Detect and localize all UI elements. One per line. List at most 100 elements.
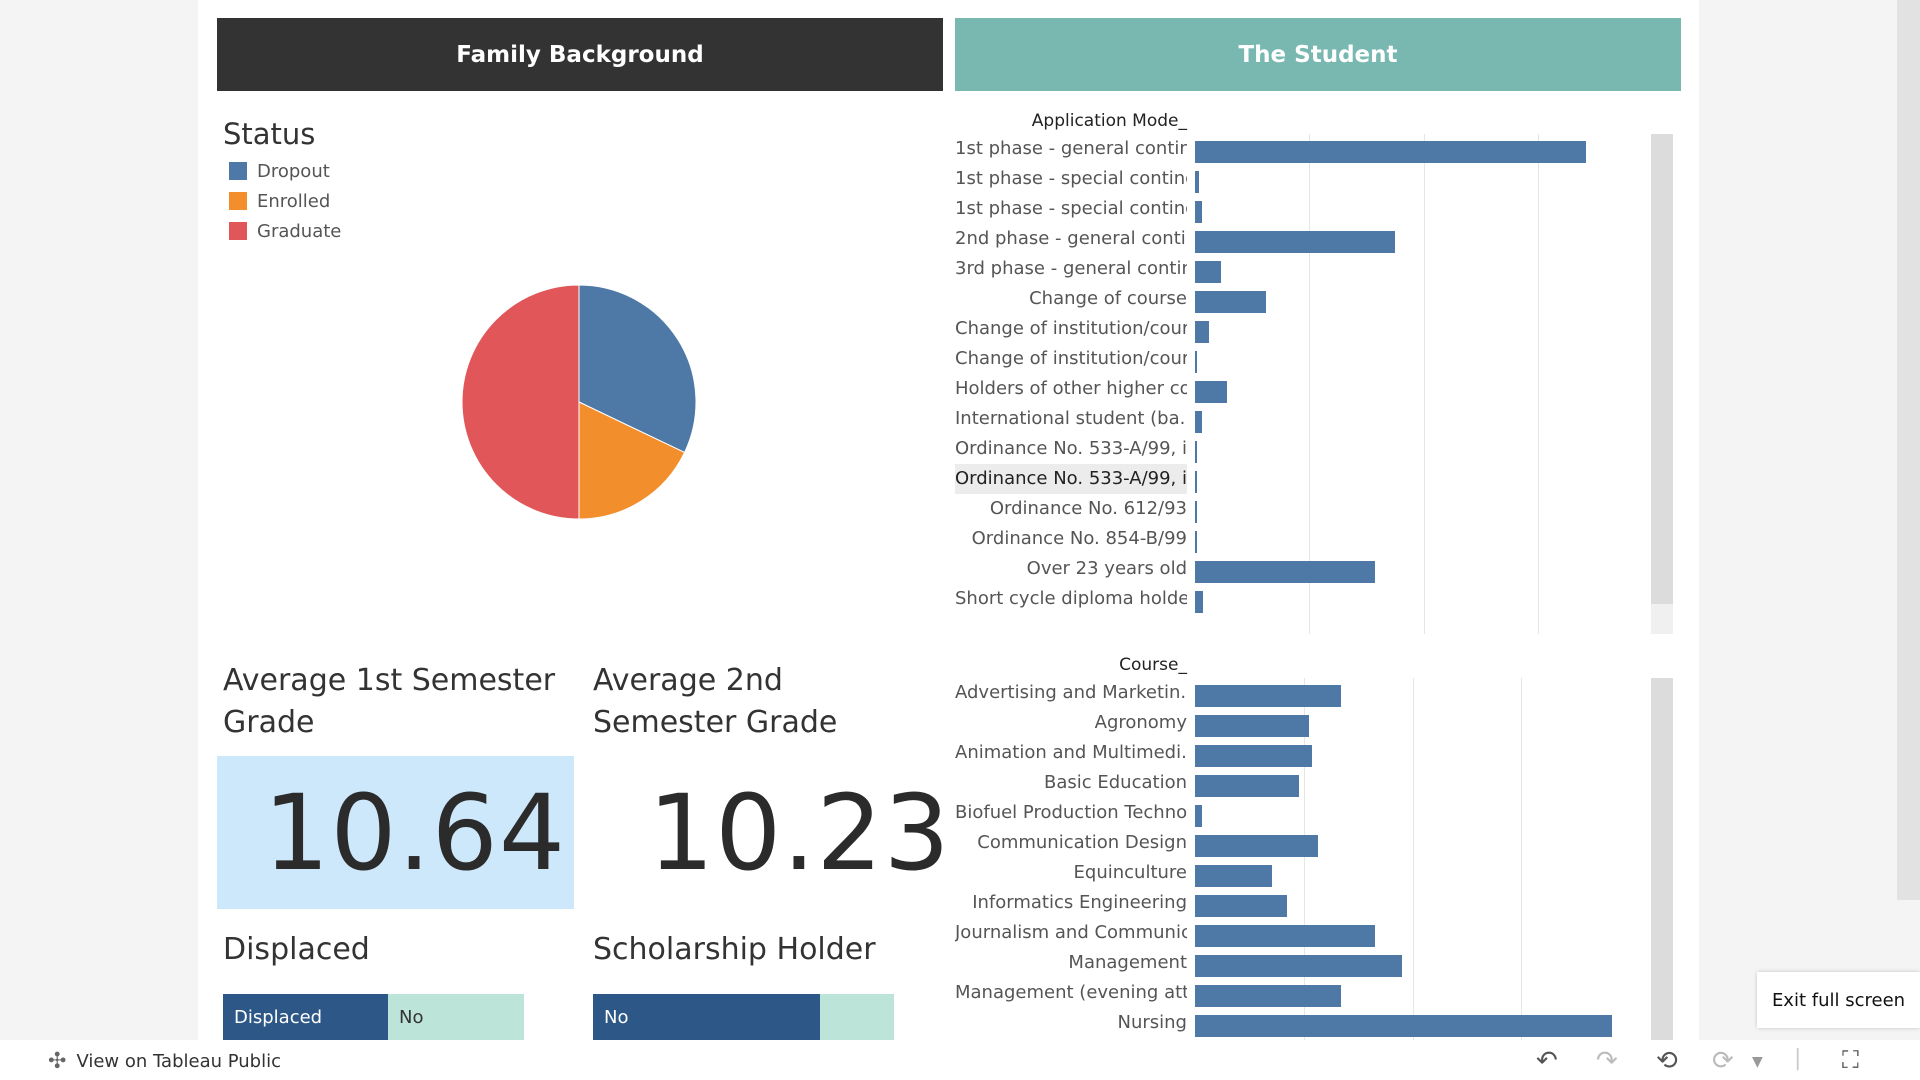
bar-row[interactable]: Advertising and Marketin..	[955, 678, 1655, 708]
bar-row[interactable]: 1st phase - special conting..	[955, 164, 1655, 194]
bar-row[interactable]: 1st phase - general contin..	[955, 134, 1655, 164]
bar[interactable]	[1195, 685, 1341, 707]
bar-label: 1st phase - general contin..	[955, 138, 1187, 159]
scrollbar-thumb[interactable]	[1651, 678, 1673, 1040]
displaced-segment-yes[interactable]: Displaced	[223, 994, 388, 1040]
bar[interactable]	[1195, 1015, 1612, 1037]
revert-icon[interactable]: ⟲	[1656, 1046, 1678, 1076]
bar[interactable]	[1195, 985, 1341, 1007]
bar-row[interactable]: Ordinance No. 533-A/99, i..	[955, 434, 1655, 464]
bar[interactable]	[1195, 805, 1202, 827]
bar[interactable]	[1195, 411, 1202, 433]
fullscreen-icon[interactable]: ⛶	[1842, 1046, 1859, 1074]
bar[interactable]	[1195, 381, 1227, 403]
bar-row[interactable]: Ordinance No. 854-B/99	[955, 524, 1655, 554]
toolbar-divider: |	[1794, 1046, 1802, 1071]
scholarship-holder-title: Scholarship Holder	[593, 932, 876, 967]
bar-row[interactable]: International student (ba..	[955, 404, 1655, 434]
exit-full-screen-button[interactable]: Exit full screen	[1757, 972, 1920, 1028]
bar[interactable]	[1195, 141, 1587, 163]
bar[interactable]	[1195, 441, 1197, 463]
bar-row[interactable]: Short cycle diploma holders	[955, 584, 1655, 614]
bar-row[interactable]: Agronomy	[955, 708, 1655, 738]
undo-icon[interactable]: ↶	[1536, 1046, 1558, 1076]
bar-row[interactable]: Basic Education	[955, 768, 1655, 798]
bar[interactable]	[1195, 745, 1312, 767]
legend-swatch	[229, 162, 247, 180]
bar-row[interactable]: Ordinance No. 533-A/99, i..	[955, 464, 1655, 494]
bar[interactable]	[1195, 501, 1197, 523]
bar-row[interactable]: Nursing	[955, 1008, 1655, 1038]
bar-label: Communication Design	[977, 832, 1187, 853]
tableau-icon: ✣	[48, 1049, 67, 1074]
bar[interactable]	[1195, 561, 1375, 583]
footer-toolbar: ✣ View on Tableau Public ↶ ↷ ⟲ ⟳ ▼ | ⛶	[0, 1040, 1920, 1080]
redo-icon[interactable]: ↷	[1596, 1046, 1618, 1076]
bar-label: Basic Education	[1044, 772, 1187, 793]
bar-row[interactable]: Communication Design	[955, 828, 1655, 858]
page: Family Background The Student Status Dro…	[0, 0, 1920, 1080]
bar[interactable]	[1195, 955, 1402, 977]
legend-item-graduate[interactable]: Graduate	[229, 216, 341, 246]
bar[interactable]	[1195, 471, 1197, 493]
bar-label: Short cycle diploma holders	[955, 588, 1187, 609]
bar-row[interactable]: Change of institution/cour..	[955, 344, 1655, 374]
bar-row[interactable]: Informatics Engineering	[955, 888, 1655, 918]
bar[interactable]	[1195, 895, 1288, 917]
pie-slice-graduate[interactable]	[461, 284, 580, 520]
bar[interactable]	[1195, 261, 1221, 283]
bar[interactable]	[1195, 591, 1203, 613]
bar[interactable]	[1195, 171, 1199, 193]
bar-row[interactable]: 2nd phase - general contin..	[955, 224, 1655, 254]
bar-row[interactable]: Change of institution/cour..	[955, 314, 1655, 344]
bar[interactable]	[1195, 201, 1202, 223]
legend-item-dropout[interactable]: Dropout	[229, 156, 341, 186]
bar-row[interactable]: Over 23 years old	[955, 554, 1655, 584]
bar[interactable]	[1195, 351, 1197, 373]
bar-label: Ordinance No. 533-A/99, i..	[955, 438, 1187, 459]
legend-label: Dropout	[257, 160, 330, 182]
bar[interactable]	[1195, 835, 1318, 857]
scholarship-segment-yes[interactable]	[820, 994, 894, 1040]
bar-label: Journalism and Communic..	[955, 922, 1187, 943]
bar-label: Change of institution/cour..	[955, 318, 1187, 339]
bar[interactable]	[1195, 865, 1272, 887]
scholarship-segment-no[interactable]: No	[593, 994, 820, 1040]
bar-row[interactable]: Journalism and Communic..	[955, 918, 1655, 948]
bar-row[interactable]: 3rd phase - general contin..	[955, 254, 1655, 284]
bar[interactable]	[1195, 231, 1395, 253]
kpi-number: 10.23	[648, 771, 951, 894]
bar-row[interactable]: 1st phase - special conting..	[955, 194, 1655, 224]
bar-row[interactable]: Animation and Multimedi..	[955, 738, 1655, 768]
bar-row[interactable]: Biofuel Production Techno..	[955, 798, 1655, 828]
page-scrollbar[interactable]	[1897, 0, 1920, 900]
legend-item-enrolled[interactable]: Enrolled	[229, 186, 341, 216]
bar[interactable]	[1195, 291, 1267, 313]
bar[interactable]	[1195, 715, 1310, 737]
avg-1st-semester-value[interactable]: 10.64	[217, 756, 574, 909]
bar[interactable]	[1195, 925, 1375, 947]
displaced-segment-no[interactable]: No	[388, 994, 524, 1040]
bar-label: Ordinance No. 612/93	[989, 498, 1187, 519]
legend-swatch	[229, 222, 247, 240]
status-title: Status	[223, 117, 316, 151]
bar[interactable]	[1195, 775, 1300, 797]
chevron-down-icon[interactable]: ▼	[1752, 1054, 1763, 1070]
scrollbar-thumb[interactable]	[1651, 134, 1673, 604]
bar-row[interactable]: Holders of other higher co..	[955, 374, 1655, 404]
bar-row[interactable]: Change of course	[955, 284, 1655, 314]
refresh-icon[interactable]: ⟳	[1712, 1046, 1734, 1076]
view-on-tableau-public-link[interactable]: ✣ View on Tableau Public	[48, 1049, 281, 1074]
bar-label: 1st phase - special conting..	[955, 168, 1187, 189]
bar-label: Nursing	[1117, 1012, 1188, 1033]
bar-row[interactable]: Management (evening att..	[955, 978, 1655, 1008]
bar-label: 3rd phase - general contin..	[955, 258, 1187, 279]
bar[interactable]	[1195, 321, 1209, 343]
avg-2nd-semester-value[interactable]: 10.23	[586, 756, 951, 909]
dashboard: Family Background The Student Status Dro…	[198, 0, 1699, 1040]
bar-row[interactable]: Ordinance No. 612/93	[955, 494, 1655, 524]
bar-row[interactable]: Equinculture	[955, 858, 1655, 888]
bar[interactable]	[1195, 531, 1198, 553]
status-pie-chart[interactable]	[461, 284, 697, 520]
bar-row[interactable]: Management	[955, 948, 1655, 978]
